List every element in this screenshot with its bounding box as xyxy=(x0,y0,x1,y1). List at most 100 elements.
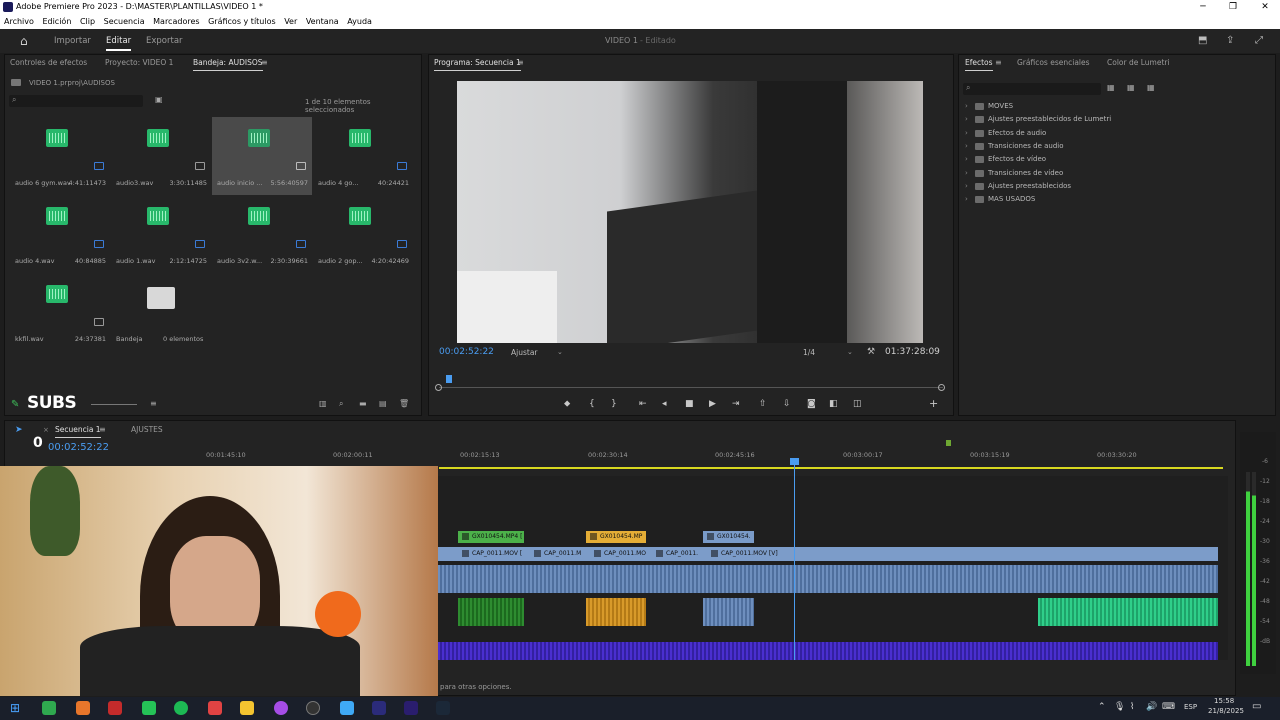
audio-clip-green[interactable] xyxy=(458,598,524,626)
program-scrubber[interactable] xyxy=(439,387,943,388)
app-blue-icon[interactable] xyxy=(340,701,354,715)
wrench-icon[interactable]: ⚒ xyxy=(867,347,875,357)
menu-archivo[interactable]: Archivo xyxy=(4,17,34,26)
sequence-menu-icon[interactable]: ≡ xyxy=(99,425,106,434)
minimize-icon[interactable]: ─ xyxy=(1188,0,1218,14)
quality-dropdown[interactable]: 1/4 xyxy=(803,348,815,357)
compare-icon[interactable]: ◧ xyxy=(829,399,838,409)
program-menu-icon[interactable]: ≡ xyxy=(517,58,524,67)
audio-clip[interactable]: CAP_0011.MOV [V] xyxy=(707,548,787,559)
scrubber-end-handle[interactable] xyxy=(938,384,945,391)
app-purple-icon[interactable] xyxy=(274,701,288,715)
multicam-icon[interactable]: ◫ xyxy=(853,399,862,409)
audio-track-waveform[interactable] xyxy=(438,565,1218,593)
video-clip[interactable]: GX010454.MP4 [ xyxy=(458,531,524,543)
effects-item-presets[interactable]: Ajustes preestablecidos xyxy=(965,181,1071,191)
premiere-icon[interactable] xyxy=(404,701,418,715)
zoom-slider[interactable] xyxy=(91,404,137,405)
effects-item-lumetri-presets[interactable]: Ajustes preestablecidos de Lumetri xyxy=(965,114,1111,124)
trash-icon[interactable]: 🗑 xyxy=(399,399,409,408)
tab-ajustes[interactable]: AJUSTES xyxy=(131,425,163,434)
tab-editar[interactable]: Editar xyxy=(106,29,132,53)
music-track[interactable] xyxy=(438,642,1218,660)
close-sequence-icon[interactable]: × xyxy=(43,426,49,434)
close-icon[interactable]: ✕ xyxy=(1250,0,1280,14)
fit-dropdown[interactable]: Ajustar xyxy=(511,348,538,357)
menu-ventana[interactable]: Ventana xyxy=(306,17,339,26)
effects-item-audio-effects[interactable]: Efectos de audio xyxy=(965,128,1046,138)
lift-icon[interactable]: ⇧ xyxy=(759,399,767,409)
selection-tool-icon[interactable]: ➤ xyxy=(15,425,23,435)
audio-clip[interactable]: CAP_0011. xyxy=(652,548,700,559)
stop-icon[interactable]: ■ xyxy=(685,399,694,409)
new-bin-icon[interactable]: ▣ xyxy=(155,95,163,104)
windows-start-icon[interactable]: ⊞ xyxy=(10,701,20,715)
fullscreen-icon[interactable]: ⤢ xyxy=(1255,29,1263,53)
audio-clip-teal[interactable] xyxy=(1038,598,1218,626)
playhead-marker[interactable] xyxy=(446,375,452,383)
tab-importar[interactable]: Importar xyxy=(54,29,91,53)
tab-program[interactable]: Programa: Secuencia 1 xyxy=(434,58,521,71)
pencil-icon[interactable]: ✎ xyxy=(11,399,19,410)
playhead-handle[interactable] xyxy=(790,458,799,465)
list-view-icon[interactable]: ▥ xyxy=(319,399,327,408)
scrubber-start-handle[interactable] xyxy=(435,384,442,391)
mark-in-icon[interactable]: { xyxy=(589,399,595,409)
volume-icon[interactable]: 🔊 xyxy=(1146,702,1157,712)
notifications-icon[interactable]: ▭ xyxy=(1252,701,1261,712)
brave-icon[interactable] xyxy=(76,701,90,715)
home-icon[interactable]: ⌂ xyxy=(20,29,28,53)
whatsapp-icon[interactable] xyxy=(42,701,56,715)
tab-exportar[interactable]: Exportar xyxy=(146,29,183,53)
menu-ayuda[interactable]: Ayuda xyxy=(347,17,372,26)
effects-item-video-effects[interactable]: Efectos de vídeo xyxy=(965,154,1046,164)
bin-item-audio3v2[interactable]: audio 3v2.w... 2:30:39661 xyxy=(212,195,312,273)
program-timecode[interactable]: 00:02:52:22 xyxy=(439,347,494,357)
bin-item-audio4[interactable]: audio 4.wav 40:84885 xyxy=(10,195,110,273)
tab-lumetri-color[interactable]: Color de Lumetri xyxy=(1107,58,1170,67)
bin-item-audio3[interactable]: audio3.wav 3:30:11485 xyxy=(111,117,211,195)
menu-edicion[interactable]: Edición xyxy=(42,17,71,26)
language-indicator[interactable]: ESP xyxy=(1184,703,1197,711)
32bit-effects-icon[interactable]: ▦ xyxy=(1127,83,1135,92)
go-to-out-icon[interactable]: ⇥ xyxy=(732,399,740,409)
step-back-icon[interactable]: ◂ xyxy=(662,399,667,409)
tab-project[interactable]: Proyecto: VIDEO 1 xyxy=(105,58,173,67)
clock-date[interactable]: 21/8/2025 xyxy=(1208,707,1244,715)
menu-clip[interactable]: Clip xyxy=(80,17,95,26)
steam-icon[interactable] xyxy=(436,701,450,715)
menu-graficos[interactable]: Gráficos y títulos xyxy=(208,17,276,26)
tab-effect-controls[interactable]: Controles de efectos xyxy=(10,58,87,67)
bin-item-audio4go[interactable]: audio 4 go... 40:24421 xyxy=(313,117,413,195)
effects-item-video-transitions[interactable]: Transiciones de vídeo xyxy=(965,168,1063,178)
bin-item-audio1[interactable]: audio 1.wav 2:12:14725 xyxy=(111,195,211,273)
tab-effects[interactable]: Efectos xyxy=(965,58,993,71)
audio-clip[interactable]: CAP_0011.MO xyxy=(590,548,648,559)
capcut-icon[interactable] xyxy=(208,701,222,715)
new-item-icon[interactable]: ▤ xyxy=(379,399,387,408)
effects-item-moves[interactable]: MOVES xyxy=(965,101,1013,111)
bin-item-audio-inicio[interactable]: audio inicio ... 5:56:40597 xyxy=(212,117,312,195)
menu-secuencia[interactable]: Secuencia xyxy=(104,17,145,26)
chevron-up-icon[interactable]: ⌃ xyxy=(1098,702,1106,712)
quick-export-icon[interactable]: ⬒ xyxy=(1198,29,1207,53)
wifi-icon[interactable]: ⌇ xyxy=(1130,702,1134,712)
play-icon[interactable]: ▶ xyxy=(709,399,716,409)
panel-menu-icon[interactable]: ≡ xyxy=(261,58,268,67)
audio-clip[interactable]: CAP_0011.MOV [ xyxy=(458,548,526,559)
new-bin-bottom-icon[interactable]: ▬ xyxy=(359,399,367,408)
bin-item-audio2gop[interactable]: audio 2 gop... 4:20:42469 xyxy=(313,195,413,273)
effects-search-input[interactable]: ⌕ xyxy=(963,83,1101,95)
bin-item-folder[interactable]: Bandeja 0 elementos xyxy=(111,273,211,351)
menu-marcadores[interactable]: Marcadores xyxy=(153,17,199,26)
bin-item-kkfil[interactable]: kkfil.wav 24:37381 xyxy=(10,273,110,351)
whatsapp-business-icon[interactable] xyxy=(142,701,156,715)
work-area-bar[interactable] xyxy=(439,467,1223,469)
sort-icon[interactable]: ≡ xyxy=(150,399,157,408)
tab-bin-audisos[interactable]: Bandeja: AUDISOS xyxy=(193,58,263,71)
audio-clip[interactable]: CAP_0011.M xyxy=(530,548,584,559)
find-icon[interactable]: ⌕ xyxy=(339,399,343,409)
obs-icon[interactable] xyxy=(306,701,320,715)
go-to-in-icon[interactable]: ⇤ xyxy=(639,399,647,409)
menu-ver[interactable]: Ver xyxy=(284,17,297,26)
